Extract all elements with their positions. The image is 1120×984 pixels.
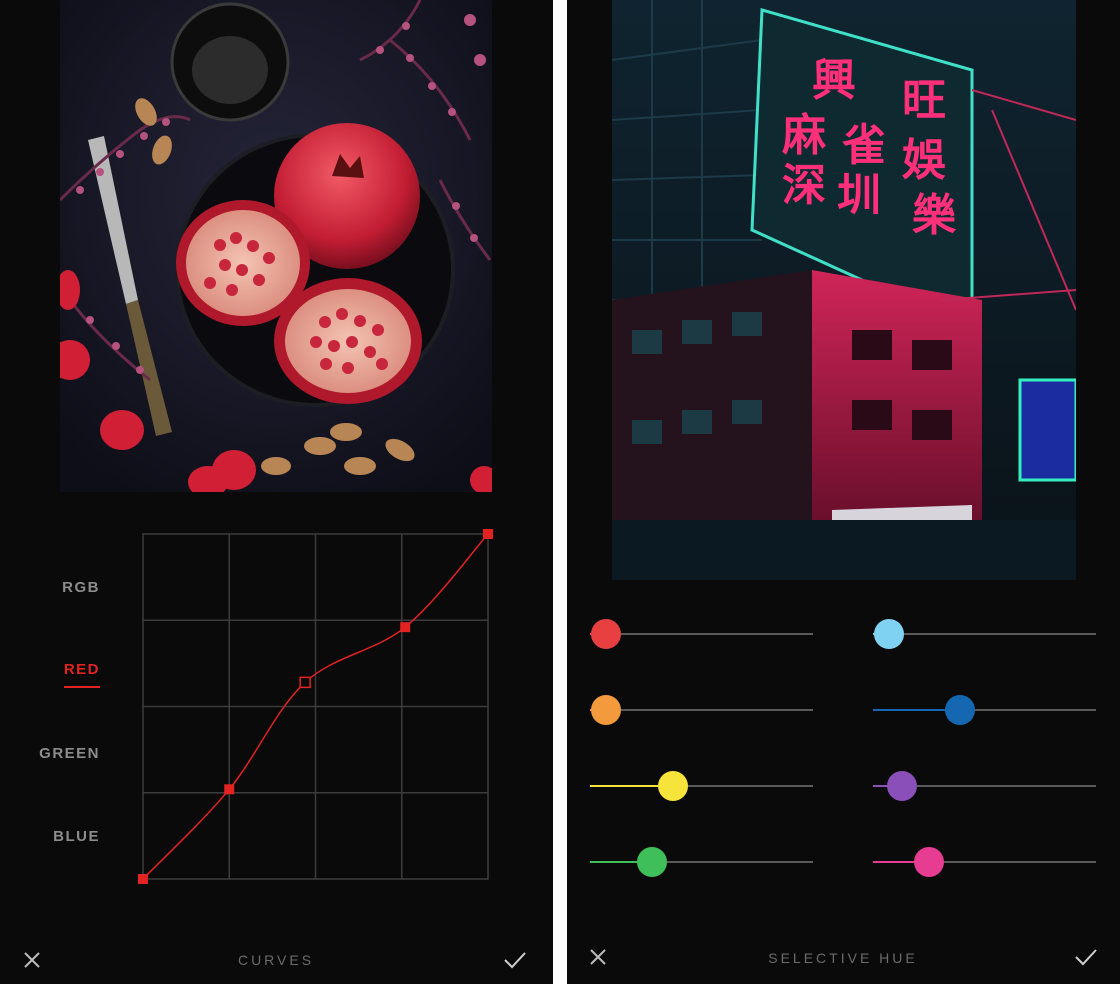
hue-slider-orange[interactable] xyxy=(590,695,813,725)
curve-point[interactable] xyxy=(138,874,148,884)
svg-text:旺: 旺 xyxy=(902,75,946,126)
curve-point[interactable] xyxy=(483,529,493,539)
checkmark-icon[interactable] xyxy=(501,946,529,974)
svg-text:樂: 樂 xyxy=(912,190,957,241)
checkmark-icon[interactable] xyxy=(1072,943,1100,971)
curve-point[interactable] xyxy=(400,622,411,633)
svg-text:麻: 麻 xyxy=(782,110,826,161)
hue-slider-blue[interactable] xyxy=(873,695,1096,725)
channel-rgb[interactable]: RGB xyxy=(0,579,100,596)
slider-track[interactable] xyxy=(873,633,1096,635)
curve-editor[interactable] xyxy=(135,526,495,886)
svg-text:深: 深 xyxy=(782,160,826,211)
selective-hue-title: SELECTIVE HUE xyxy=(768,950,918,966)
slider-knob-magenta[interactable] xyxy=(913,847,944,877)
curve-point[interactable] xyxy=(224,784,235,795)
slider-track[interactable] xyxy=(590,709,813,711)
hue-slider-yellow[interactable] xyxy=(590,771,813,801)
close-icon[interactable] xyxy=(584,943,612,971)
hue-slider-purple[interactable] xyxy=(873,771,1096,801)
slider-knob-blue[interactable] xyxy=(944,695,975,725)
curves-screen: RGB RED GREEN BLUE CURVES xyxy=(0,0,553,984)
hue-slider-red[interactable] xyxy=(590,619,813,649)
slider-track[interactable] xyxy=(590,633,813,635)
channel-green[interactable]: GREEN xyxy=(0,745,100,762)
curves-title: CURVES xyxy=(237,952,315,968)
svg-text:圳: 圳 xyxy=(837,170,881,221)
slider-knob-aqua[interactable] xyxy=(873,619,904,649)
hue-slider-magenta[interactable] xyxy=(873,847,1096,877)
neon-building-photo: 興旺 麻雀娛 深圳樂 xyxy=(612,0,1076,580)
selective-hue-screen: 興旺 麻雀娛 深圳樂 SELECTIVE HUE xyxy=(567,0,1120,984)
svg-text:雀: 雀 xyxy=(842,120,886,171)
slider-knob-red[interactable] xyxy=(590,619,621,649)
close-icon[interactable] xyxy=(18,946,46,974)
svg-text:興: 興 xyxy=(812,55,856,106)
slider-knob-green[interactable] xyxy=(637,847,668,877)
hue-slider-aqua[interactable] xyxy=(873,619,1096,649)
hue-slider-green[interactable] xyxy=(590,847,813,877)
svg-text:娛: 娛 xyxy=(902,135,946,186)
slider-knob-purple[interactable] xyxy=(886,771,917,801)
channel-blue[interactable]: BLUE xyxy=(0,828,100,845)
slider-knob-orange[interactable] xyxy=(590,695,621,725)
curve-point-selected[interactable] xyxy=(299,676,311,689)
slider-knob-yellow[interactable] xyxy=(657,771,688,801)
channel-red[interactable]: RED xyxy=(0,661,100,688)
pomegranate-photo xyxy=(60,0,492,492)
